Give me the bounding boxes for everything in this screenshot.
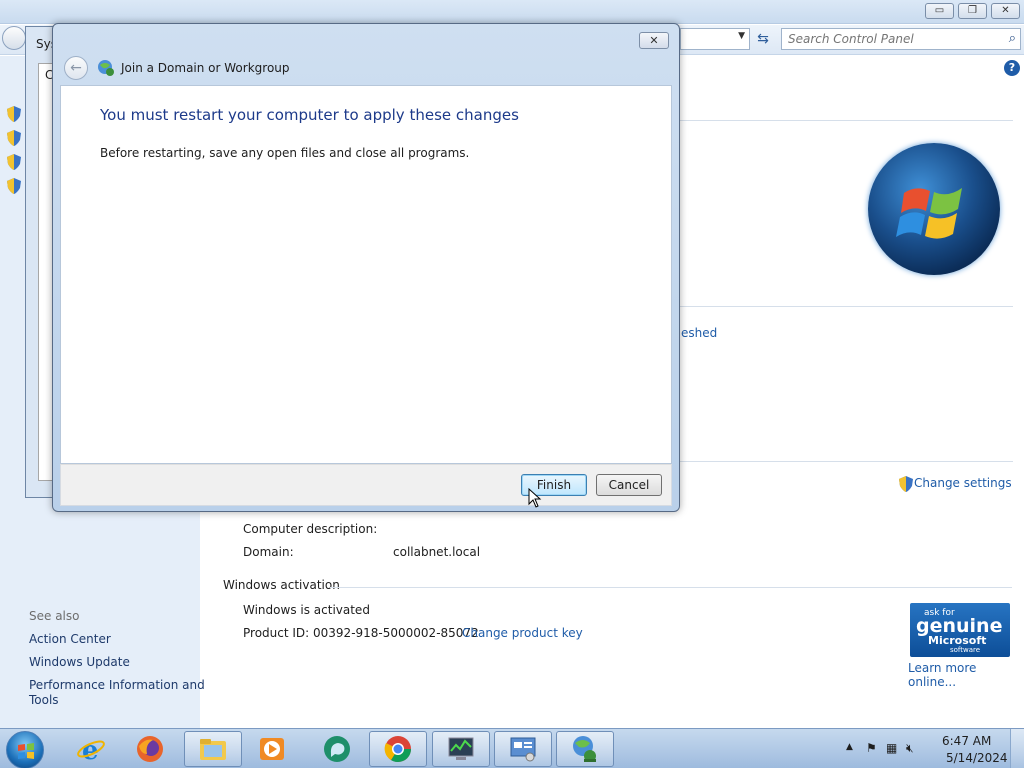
show-hidden-icons-icon[interactable]: ▲	[846, 742, 853, 752]
task-manager-taskbar[interactable]	[432, 731, 490, 767]
refreshed-link-fragment[interactable]: eshed	[681, 326, 717, 340]
divider	[680, 461, 1013, 462]
system-window-icon	[510, 737, 536, 762]
cancel-button[interactable]: Cancel	[596, 474, 662, 496]
divider	[680, 120, 1013, 121]
firefox-taskbar[interactable]	[121, 731, 179, 767]
chevron-down-icon[interactable]: ▼	[738, 31, 745, 41]
media-player-icon	[260, 738, 284, 760]
see-also-heading: See also	[29, 609, 80, 623]
genuine-microsoft-badge[interactable]: ask for genuine Microsoft software	[910, 603, 1010, 657]
internet-explorer-taskbar[interactable]: e	[62, 731, 120, 767]
system-properties-taskbar[interactable]	[494, 731, 552, 767]
chrome-icon	[384, 736, 412, 763]
action-center-flag-icon[interactable]: ⚑	[866, 741, 877, 755]
join-domain-taskbar[interactable]	[556, 731, 614, 767]
shield-icon[interactable]	[7, 178, 21, 194]
chat-bubble-icon	[324, 736, 350, 762]
action-center-link[interactable]: Action Center	[29, 632, 111, 646]
dialog-footer: Finish Cancel	[60, 464, 672, 506]
badge-text: software	[950, 646, 981, 654]
chat-app-taskbar[interactable]	[308, 731, 366, 767]
refresh-icon[interactable]: ⇆	[752, 28, 774, 50]
control-panel-titlebar: ▭ ❐ ✕	[0, 0, 1024, 24]
network-computer-icon	[98, 60, 114, 76]
join-domain-dialog: ✕ ← Join a Domain or Workgroup You must …	[52, 23, 680, 512]
svg-text:e: e	[82, 736, 99, 764]
firefox-icon	[137, 736, 163, 762]
windows-logo	[868, 143, 1000, 275]
windows-start-icon	[18, 743, 34, 759]
minimize-button[interactable]: ▭	[925, 3, 954, 19]
back-arrow-icon[interactable]: ←	[64, 56, 88, 80]
activation-heading: Windows activation	[223, 578, 340, 592]
shield-icon[interactable]	[7, 130, 21, 146]
performance-info-link-line2[interactable]: Tools	[29, 693, 59, 707]
dialog-title: Join a Domain or Workgroup	[121, 61, 290, 75]
show-desktop-button[interactable]	[1010, 729, 1024, 768]
internet-explorer-icon: e	[77, 736, 105, 764]
change-product-key-link[interactable]: Change product key	[462, 626, 583, 640]
back-arrow-icon[interactable]	[2, 26, 26, 50]
activation-status: Windows is activated	[243, 603, 370, 617]
network-computer-icon	[573, 736, 596, 762]
dialog-close-button[interactable]: ✕	[639, 32, 669, 49]
windows-update-link[interactable]: Windows Update	[29, 655, 130, 669]
domain-label: Domain:	[243, 545, 294, 559]
performance-info-link[interactable]: Performance Information and	[29, 678, 205, 692]
search-box[interactable]: ⌕	[781, 28, 1021, 50]
maximize-button[interactable]: ❐	[958, 3, 987, 19]
windows-flag-icon	[896, 188, 962, 239]
product-id: Product ID: 00392-918-5000002-85072	[243, 626, 479, 640]
folder-icon	[200, 739, 226, 760]
explorer-taskbar[interactable]	[184, 731, 242, 767]
clock-time[interactable]: 6:47 AM	[942, 734, 991, 748]
window-controls: ▭ ❐ ✕	[925, 3, 1020, 19]
address-field[interactable]: ▼	[680, 28, 750, 50]
divider	[680, 306, 1013, 307]
restart-message: Before restarting, save any open files a…	[100, 146, 470, 160]
clock-date[interactable]: 5/14/2024	[946, 751, 1008, 765]
monitor-chart-icon	[448, 737, 474, 760]
shield-icon-column	[7, 106, 21, 194]
shield-icon	[899, 476, 913, 492]
search-icon[interactable]: ⌕	[1009, 31, 1016, 46]
media-player-taskbar[interactable]	[243, 731, 301, 767]
search-input[interactable]	[788, 29, 998, 49]
shield-icon[interactable]	[7, 106, 21, 122]
restart-heading: You must restart your computer to apply …	[100, 106, 519, 124]
chrome-taskbar[interactable]	[369, 731, 427, 767]
start-button[interactable]	[6, 731, 44, 768]
taskbar: e ▲ ⚑ ▦ 🔇︎ 6:47 AM 5/14/2024	[0, 728, 1024, 768]
mouse-cursor-icon	[528, 488, 542, 508]
learn-more-link[interactable]: Learn more online...	[908, 661, 1024, 689]
volume-muted-icon[interactable]: 🔇︎	[906, 741, 914, 756]
network-icon[interactable]: ▦	[886, 741, 897, 755]
dialog-body: You must restart your computer to apply …	[60, 85, 672, 464]
domain-value: collabnet.local	[393, 545, 481, 559]
computer-description-label: Computer description:	[243, 522, 378, 536]
shield-icon[interactable]	[7, 154, 21, 170]
close-button[interactable]: ✕	[991, 3, 1020, 19]
change-settings-link[interactable]: Change settings	[914, 476, 1012, 490]
divider	[330, 587, 1012, 588]
help-icon[interactable]: ?	[1004, 60, 1020, 76]
